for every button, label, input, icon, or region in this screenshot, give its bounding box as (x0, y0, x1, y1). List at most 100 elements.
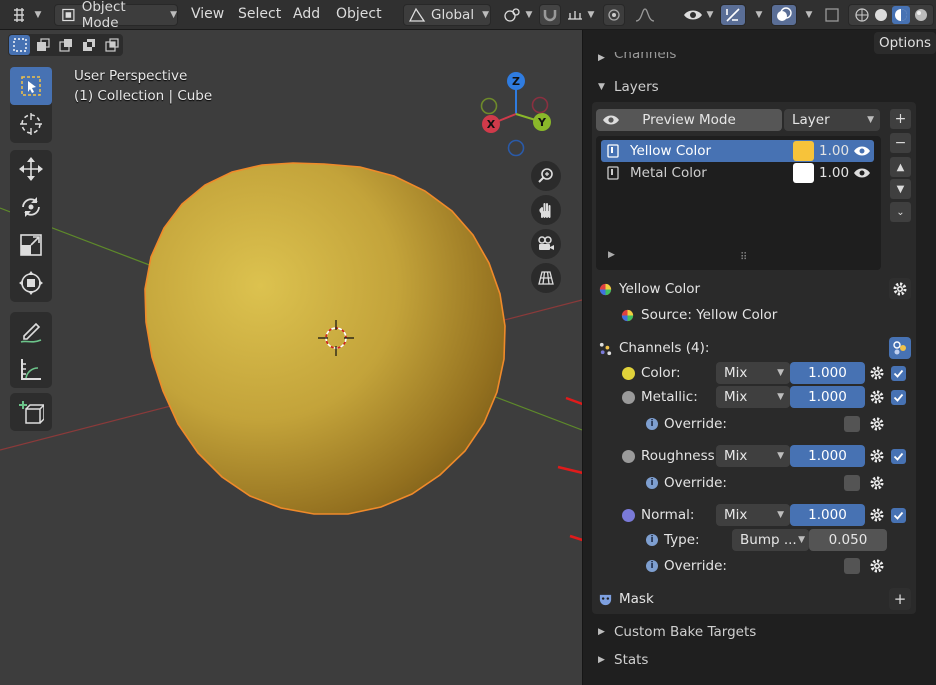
move-layer-up-button[interactable]: ▲ (890, 157, 911, 177)
channel-roughness-strength[interactable]: 1.000 (790, 445, 865, 467)
channel-color-enabled-checkbox[interactable] (891, 366, 906, 381)
tool-rotate[interactable] (10, 188, 52, 226)
gizmo-toggle[interactable] (720, 4, 746, 26)
falloff-dropdown[interactable] (628, 4, 662, 26)
remove-layer-button[interactable]: − (890, 133, 911, 153)
snap-toggle[interactable] (539, 4, 561, 26)
normal-bump-amount[interactable]: 0.050 (809, 529, 887, 551)
options-button[interactable]: Options (874, 32, 936, 54)
eye-icon[interactable] (853, 167, 871, 179)
metallic-override-checkbox[interactable] (844, 416, 860, 432)
roughness-override-settings-button[interactable] (866, 472, 888, 494)
layer-type-dropdown[interactable]: Layer ▼ (784, 109, 880, 131)
list-resize-handle-icon[interactable]: ⠿ (740, 252, 748, 263)
preview-mode-button[interactable]: Preview Mode (596, 109, 782, 131)
add-mask-button[interactable]: + (889, 588, 911, 610)
snap-target-dropdown[interactable]: ▼ (562, 4, 598, 26)
tool-move[interactable] (10, 150, 52, 188)
channel-normal-blend-dropdown[interactable]: Mix ▼ (716, 504, 790, 526)
channels-settings-button[interactable] (889, 337, 911, 359)
channel-normal-settings-button[interactable] (866, 504, 888, 526)
layer-opacity[interactable]: 1.00 (819, 140, 849, 162)
zoom-icon (538, 168, 553, 183)
channel-color-settings-button[interactable] (866, 362, 888, 384)
channel-normal-enabled-checkbox[interactable] (891, 508, 906, 523)
channel-metallic-settings-button[interactable] (866, 386, 888, 408)
3d-viewport[interactable]: User Perspective (1) Collection | Cube Z… (0, 30, 582, 685)
orientation-dropdown[interactable]: Global ▼ (403, 4, 491, 26)
pivot-dropdown[interactable]: ▼ (498, 4, 536, 26)
solid-shading-icon[interactable] (873, 7, 889, 23)
move-layer-down-button[interactable]: ▼ (890, 179, 911, 199)
tool-measure[interactable] (10, 350, 52, 388)
eye-icon[interactable] (853, 145, 871, 157)
channel-roughness-blend-dropdown[interactable]: Mix ▼ (716, 445, 790, 467)
visibility-dropdown[interactable]: ▼ (678, 4, 718, 26)
mode-dropdown[interactable]: Object Mode ▼ (54, 0, 178, 31)
cursor-icon (20, 113, 42, 135)
normal-type-row: i Type: (646, 529, 700, 551)
layer-opacity[interactable]: 1.00 (819, 162, 849, 184)
editor-type-button[interactable]: ▼ (6, 4, 46, 26)
select-intersect-button[interactable] (101, 35, 122, 55)
material-shading-icon[interactable] (891, 6, 910, 24)
tool-annotate[interactable] (10, 312, 52, 350)
select-difference-button[interactable] (78, 35, 99, 55)
menu-view[interactable]: View (191, 6, 224, 22)
layer-color-swatch[interactable] (793, 141, 814, 161)
layer-settings-button[interactable] (889, 278, 911, 300)
layer-color-swatch[interactable] (793, 163, 814, 183)
mask-row[interactable]: Mask (598, 588, 654, 610)
wireframe-shading-icon[interactable] (854, 7, 870, 23)
list-expand-icon[interactable]: ▶ (608, 250, 615, 260)
pan-view-button[interactable] (531, 195, 561, 225)
overlays-toggle[interactable] (771, 4, 797, 26)
layer-item-metal-color[interactable]: Metal Color (606, 162, 707, 184)
zoom-view-button[interactable] (531, 161, 561, 191)
checkmark-icon (893, 452, 904, 461)
layers-section-header[interactable]: ▼ Layers (598, 79, 659, 95)
roughness-override-checkbox[interactable] (844, 475, 860, 491)
tool-select-box[interactable] (10, 67, 52, 105)
channel-metallic-strength[interactable]: 1.000 (790, 386, 865, 408)
layer-specials-button[interactable]: ⌄ (890, 202, 911, 222)
channel-metallic-blend-dropdown[interactable]: Mix ▼ (716, 386, 790, 408)
channel-color-blend-dropdown[interactable]: Mix ▼ (716, 362, 790, 384)
chevron-down-icon: ▼ (755, 10, 763, 20)
stats-header[interactable]: ▶ Stats (598, 652, 648, 668)
normal-type-dropdown[interactable]: Bump ... ▼ (732, 529, 809, 551)
gizmo-x-label: X (487, 118, 496, 131)
channel-roughness-enabled-checkbox[interactable] (891, 449, 906, 464)
navigation-gizmo[interactable]: Z X Y (472, 70, 562, 160)
gizmo-dropdown[interactable]: ▼ (747, 4, 767, 26)
normal-override-checkbox[interactable] (844, 558, 860, 574)
tool-add-cube[interactable] (10, 393, 52, 431)
camera-view-button[interactable] (531, 229, 561, 259)
select-subtract-button[interactable] (55, 35, 76, 55)
rendered-shading-icon[interactable] (913, 7, 929, 23)
select-extend-button[interactable] (32, 35, 53, 55)
tool-scale[interactable] (10, 226, 52, 264)
xray-toggle[interactable] (821, 4, 843, 26)
tool-cursor[interactable] (10, 105, 52, 143)
channels-section-header[interactable]: ▶ Channels (598, 52, 676, 64)
proportional-edit-toggle[interactable] (603, 4, 625, 26)
transform-orientation-icon (408, 7, 426, 22)
menu-object[interactable]: Object (336, 6, 382, 22)
menu-add[interactable]: Add (293, 6, 320, 22)
channel-roughness-settings-button[interactable] (866, 445, 888, 467)
transform-icon (19, 271, 43, 295)
metallic-override-settings-button[interactable] (866, 413, 888, 435)
custom-bake-targets-header[interactable]: ▶ Custom Bake Targets (598, 624, 756, 640)
checkmark-icon (893, 369, 904, 378)
tool-transform[interactable] (10, 264, 52, 302)
perspective-toggle-button[interactable] (531, 263, 561, 293)
select-new-button[interactable] (9, 35, 30, 55)
normal-override-settings-button[interactable] (866, 555, 888, 577)
channel-metallic-enabled-checkbox[interactable] (891, 390, 906, 405)
overlays-dropdown[interactable]: ▼ (797, 4, 817, 26)
add-layer-button[interactable]: + (890, 109, 911, 129)
channel-normal-strength[interactable]: 1.000 (790, 504, 865, 526)
menu-select[interactable]: Select (238, 6, 281, 22)
channel-color-strength[interactable]: 1.000 (790, 362, 865, 384)
